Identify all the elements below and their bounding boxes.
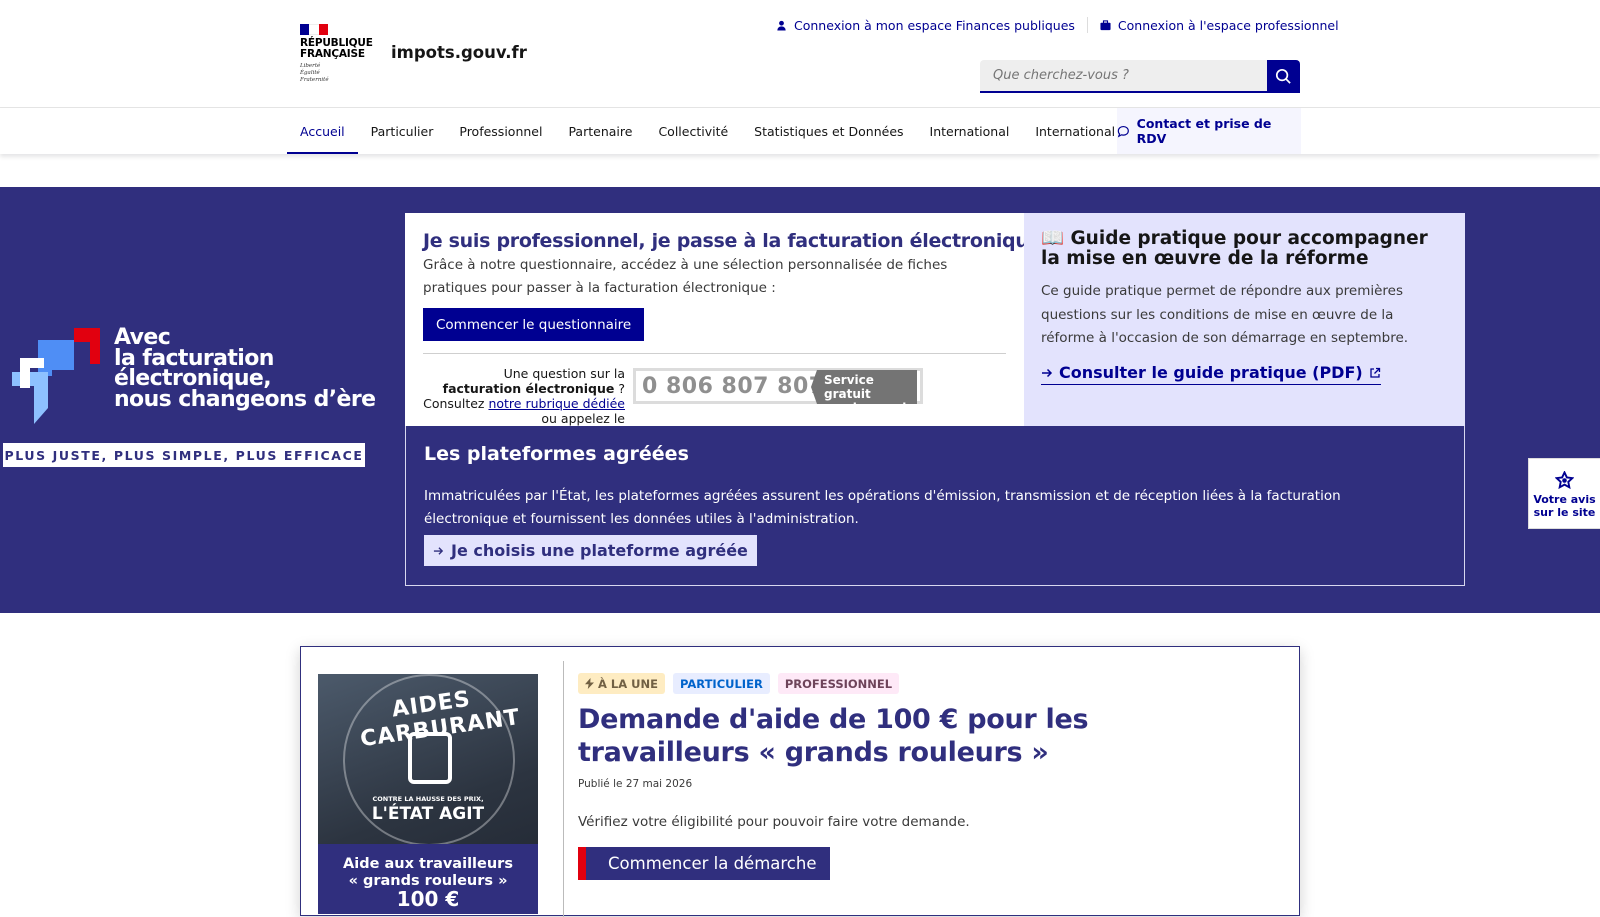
news-divider [563, 661, 564, 917]
login-particulier-link[interactable]: Connexion à mon espace Finances publique… [776, 18, 1075, 33]
login-pro-label: Connexion à l'espace professionnel [1117, 17, 1339, 33]
phone-help-text: Une question sur la facturation électron… [423, 366, 625, 426]
start-questionnaire-button[interactable]: Commencer le questionnaire [423, 308, 645, 341]
guide-pdf-link[interactable]: Consulter le guide pratique (PDF) [1041, 363, 1381, 385]
news-badges: À LA UNE PARTICULIER PROFESSIONNEL [578, 673, 900, 694]
search-icon [1275, 68, 1291, 84]
news-title[interactable]: Demande d'aide de 100 € pour les travail… [578, 703, 1258, 769]
guide-pratique-card: 📖 Guide pratique pour accompagner la mis… [1024, 213, 1465, 426]
news-card-grands-rouleurs[interactable]: AIDES CARBURANT CONTRE LA HAUSSE DES PRI… [300, 646, 1300, 917]
arrow-right-icon [1042, 368, 1053, 377]
start-demarche-button[interactable]: Commencer la démarche [578, 847, 831, 880]
guide-card-text: Ce guide pratique permet de répondre aux… [1041, 283, 1409, 346]
pro-card-intro: Grâce à notre questionnaire, accédez à u… [423, 257, 948, 296]
badge-a-la-une: À LA UNE [578, 673, 665, 694]
feedback-label-1: Votre avis [1533, 493, 1596, 506]
search-button[interactable] [1267, 60, 1300, 93]
phone-number: 0 806 807 807 [642, 373, 825, 399]
briefcase-icon [1100, 19, 1111, 30]
link-separator [1086, 17, 1088, 33]
feedback-label-2: sur le site [1533, 506, 1596, 519]
guide-card-title: 📖 Guide pratique pour accompagner la mis… [1041, 228, 1428, 269]
nav-item-collectivite[interactable]: Collectivité [645, 108, 741, 154]
campaign-title: Avec la facturation électronique, nous c… [114, 325, 376, 412]
aides-carburant-image: AIDES CARBURANT CONTRE LA HAUSSE DES PRI… [318, 674, 538, 914]
external-link-icon [1370, 367, 1380, 378]
hero-facturation: Avec la facturation électronique, nous c… [0, 187, 1600, 613]
plateformes-title: Les plateformes agréées [424, 443, 689, 465]
pro-card-title: Je suis professionnel, je passe à la fac… [423, 230, 1042, 252]
phone-number-box: 0 806 807 807 Service gratuit + prix app… [633, 368, 923, 404]
fuel-pump-icon [408, 732, 452, 784]
tricolor-flag-icon [300, 24, 328, 35]
choose-plateforme-button[interactable]: Je choisis une plateforme agréée [424, 535, 757, 566]
card-divider [423, 353, 1006, 354]
pro-facturation-card: Je suis professionnel, je passe à la fac… [405, 213, 1041, 426]
campaign-tagline: PLUS JUSTE, PLUS SIMPLE, PLUS EFFICACE [3, 443, 365, 467]
contact-rdv-label: Contact et prise de RDV [1136, 116, 1272, 146]
news-description: Vérifiez votre éligibilité pour pouvoir … [578, 814, 970, 830]
nav-item-partenaire[interactable]: Partenaire [555, 108, 645, 154]
chat-bubble-icon [1117, 125, 1129, 138]
login-pro-link[interactable]: Connexion à l'espace professionnel [1100, 18, 1339, 33]
badge-particulier: PARTICULIER [672, 673, 770, 694]
nav-item-professionnel[interactable]: Professionnel [446, 108, 555, 154]
search-bar [980, 60, 1300, 93]
image-etat-text: L'ÉTAT AGIT [371, 804, 485, 824]
feedback-button[interactable]: Votre avis sur le site [1528, 458, 1600, 529]
book-icon: 📖 [1041, 228, 1065, 249]
star-icon [1555, 471, 1574, 489]
nav-item-particulier[interactable]: Particulier [358, 108, 447, 154]
nav-item-international[interactable]: International [917, 108, 1023, 154]
rubrique-dediee-link[interactable]: notre rubrique dédiée [488, 396, 625, 411]
guide-pdf-label: Consulter le guide pratique (PDF) [1059, 363, 1363, 382]
republique-francaise-logo[interactable]: RÉPUBLIQUE FRANÇAISE Liberté Égalité Fra… [300, 24, 373, 84]
badge-professionnel: PROFESSIONNEL [777, 673, 900, 694]
header-quick-links: Connexion à mon espace Finances publique… [776, 17, 1339, 33]
service-tariff-tag: Service gratuit + prix appel [811, 370, 917, 404]
republique-francaise-text: RÉPUBLIQUE FRANÇAISE [300, 37, 373, 60]
nav-item-accueil[interactable]: Accueil [287, 108, 358, 154]
plateformes-agreees-section: Les plateformes agréées Immatriculées pa… [405, 426, 1465, 586]
plateformes-text: Immatriculées par l'État, les plateforme… [424, 488, 1341, 527]
search-input[interactable] [980, 60, 1267, 93]
arrow-right-icon [433, 546, 444, 555]
campaign-arrows-logo [12, 328, 100, 424]
login-particulier-label: Connexion à mon espace Finances publique… [794, 17, 1075, 33]
news-date: Publié le 27 mai 2026 [578, 778, 693, 790]
lightning-icon [585, 678, 594, 689]
image-band: Aide aux travailleurs « grands rouleurs … [318, 844, 538, 914]
site-name[interactable]: impots.gouv.fr [391, 43, 527, 62]
devise-text: Liberté Égalité Fraternité [300, 63, 329, 83]
nav-item-statistiques[interactable]: Statistiques et Données [741, 108, 916, 154]
choose-plateforme-label: Je choisis une plateforme agréée [451, 541, 748, 560]
main-navigation: Accueil Particulier Professionnel Parten… [0, 108, 1600, 154]
user-icon [777, 20, 786, 31]
image-small-text: CONTRE LA HAUSSE DES PRIX, [372, 795, 484, 803]
nav-items: Accueil Particulier Professionnel Parten… [287, 108, 1159, 154]
contact-rdv-button[interactable]: Contact et prise de RDV [1117, 108, 1301, 154]
site-header: RÉPUBLIQUE FRANÇAISE Liberté Égalité Fra… [0, 0, 1600, 108]
